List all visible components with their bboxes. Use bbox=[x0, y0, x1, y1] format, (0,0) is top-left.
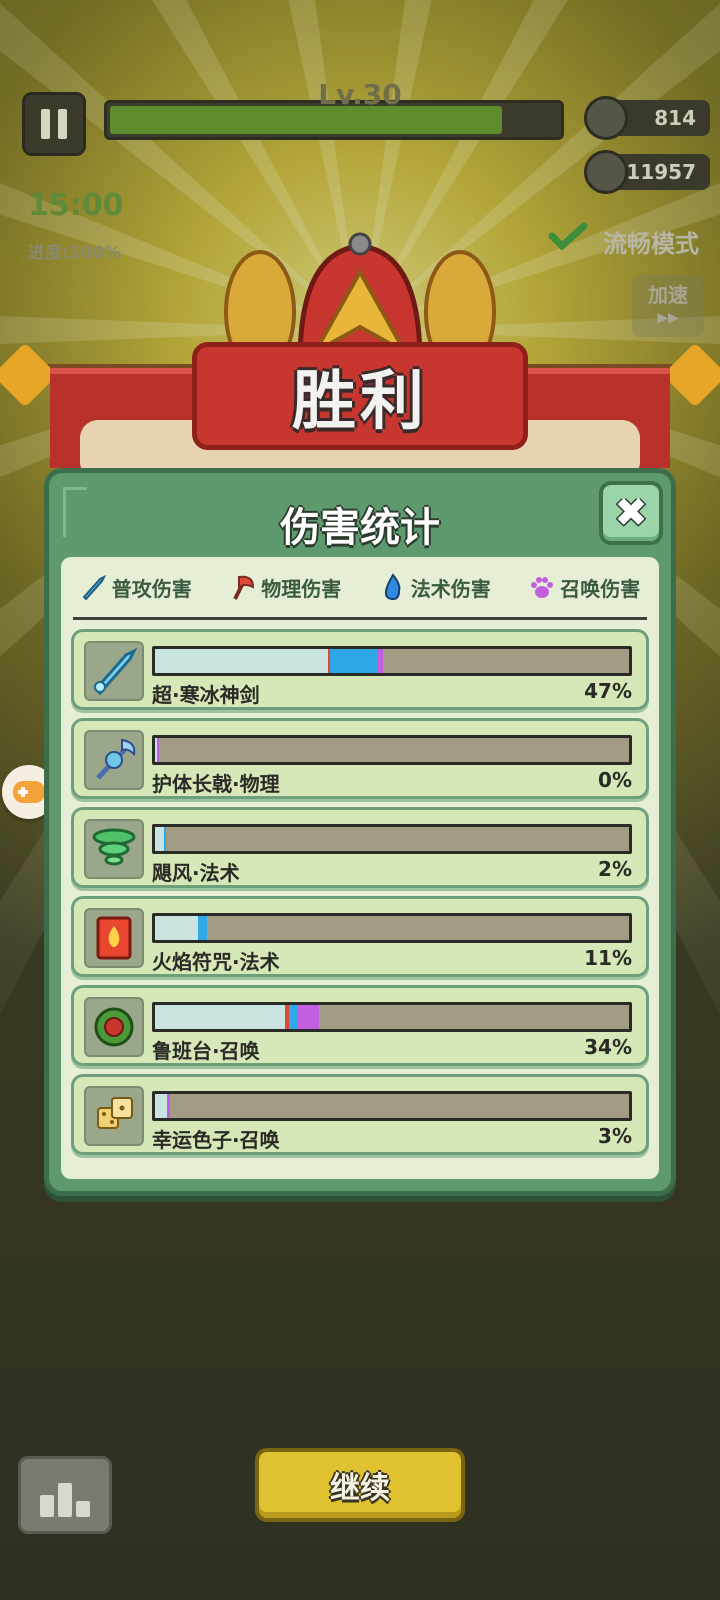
legend-normal-attack: 普攻伤害 bbox=[80, 573, 192, 602]
continue-button[interactable]: 继续 bbox=[255, 1448, 465, 1522]
legend-magic: 法术伤害 bbox=[379, 573, 491, 602]
skill-name: 火焰符咒·法术 bbox=[152, 950, 280, 974]
kill-counter: 11957 bbox=[584, 150, 710, 194]
damage-percent: 0% bbox=[598, 768, 632, 792]
damage-bar-segment bbox=[377, 649, 383, 673]
skull-icon bbox=[584, 150, 628, 194]
damage-bar bbox=[152, 1091, 632, 1121]
damage-stats-modal: 伤害统计 ✖ 普攻伤害 物理伤害 法术伤害 召唤伤害 超·寒冰神剑 47% 护体… bbox=[44, 468, 676, 1196]
damage-legend: 普攻伤害 物理伤害 法术伤害 召唤伤害 bbox=[61, 567, 659, 607]
flame-icon bbox=[384, 573, 401, 601]
gamepad-icon bbox=[13, 781, 45, 803]
modal-title: 伤害统计 bbox=[280, 505, 440, 551]
damage-bar bbox=[152, 646, 632, 676]
damage-percent: 3% bbox=[598, 1124, 632, 1148]
damage-rows: 超·寒冰神剑 47% 护体长戟·物理 0% 飓风·法术 2% 火焰符咒·法术 11% 鲁班台·召… bbox=[71, 629, 649, 1163]
lucky-dice-icon bbox=[84, 1086, 144, 1146]
legend-summon: 召唤伤害 bbox=[528, 573, 640, 602]
skill-name: 鲁班台·召唤 bbox=[152, 1039, 260, 1063]
halberd-icon bbox=[84, 730, 144, 790]
level-label: Lv.30 bbox=[318, 78, 402, 111]
stats-panel: 普攻伤害 物理伤害 法术伤害 召唤伤害 超·寒冰神剑 47% 护体长戟·物理 0… bbox=[61, 557, 659, 1179]
damage-row: 护体长戟·物理 0% bbox=[71, 718, 649, 799]
damage-bar-segment bbox=[155, 916, 198, 940]
damage-bar-segment bbox=[166, 1094, 170, 1118]
damage-bar-segment bbox=[197, 916, 208, 940]
damage-bar-segment bbox=[163, 827, 167, 851]
damage-row: 飓风·法术 2% bbox=[71, 807, 649, 888]
skill-name: 幸运色子·召唤 bbox=[152, 1128, 280, 1152]
fast-forward-icon: ▶▶ bbox=[657, 310, 679, 326]
damage-bar-segment bbox=[155, 827, 164, 851]
luban-platform-icon bbox=[84, 997, 144, 1057]
damage-percent: 34% bbox=[584, 1035, 632, 1059]
ice-sword-icon bbox=[84, 641, 144, 701]
damage-bar-segment bbox=[330, 649, 378, 673]
damage-bar-segment bbox=[157, 738, 160, 762]
damage-percent: 47% bbox=[584, 679, 632, 703]
game-timer: 15:00 bbox=[28, 188, 124, 223]
damage-bar bbox=[152, 735, 632, 765]
pause-button[interactable] bbox=[22, 92, 86, 156]
speed-label: 加速 bbox=[648, 283, 688, 307]
legend-physical: 物理伤害 bbox=[229, 573, 341, 602]
kill-count: 11957 bbox=[626, 160, 696, 184]
damage-bar bbox=[152, 1002, 632, 1032]
damage-bar-segment bbox=[155, 1094, 167, 1118]
skill-name: 超·寒冰神剑 bbox=[152, 683, 260, 707]
fire-talisman-icon bbox=[84, 908, 144, 968]
skill-name: 护体长戟·物理 bbox=[152, 772, 280, 796]
damage-bar bbox=[152, 824, 632, 854]
damage-bar-segment bbox=[297, 1005, 319, 1029]
progress-text: 进度:100% bbox=[28, 243, 122, 263]
damage-row: 幸运色子·召唤 3% bbox=[71, 1074, 649, 1155]
damage-row: 火焰符咒·法术 11% bbox=[71, 896, 649, 977]
damage-bar bbox=[152, 913, 632, 943]
coin-count: 814 bbox=[654, 106, 696, 130]
tornado-icon bbox=[84, 819, 144, 879]
smooth-mode-toggle[interactable]: 流畅模式 bbox=[603, 224, 699, 259]
speed-button[interactable]: 加速 ▶▶ bbox=[632, 275, 704, 337]
paw-icon bbox=[531, 577, 554, 598]
damage-bar-segment bbox=[155, 1005, 286, 1029]
coin-counter: 814 bbox=[584, 96, 710, 140]
damage-percent: 11% bbox=[584, 946, 632, 970]
close-button[interactable]: ✖ bbox=[599, 481, 663, 545]
damage-bar-segment bbox=[289, 1005, 298, 1029]
sword-icon bbox=[82, 574, 106, 601]
coin-icon bbox=[584, 96, 628, 140]
legend-divider bbox=[73, 617, 647, 620]
damage-row: 鲁班台·召唤 34% bbox=[71, 985, 649, 1066]
check-icon bbox=[548, 222, 588, 250]
leaderboard-button[interactable] bbox=[18, 1456, 112, 1534]
damage-row: 超·寒冰神剑 47% bbox=[71, 629, 649, 710]
damage-bar-segment bbox=[155, 649, 328, 673]
damage-percent: 2% bbox=[598, 857, 632, 881]
axe-icon bbox=[233, 575, 255, 600]
victory-title: 胜利 bbox=[292, 365, 428, 439]
skill-name: 飓风·法术 bbox=[152, 861, 240, 885]
